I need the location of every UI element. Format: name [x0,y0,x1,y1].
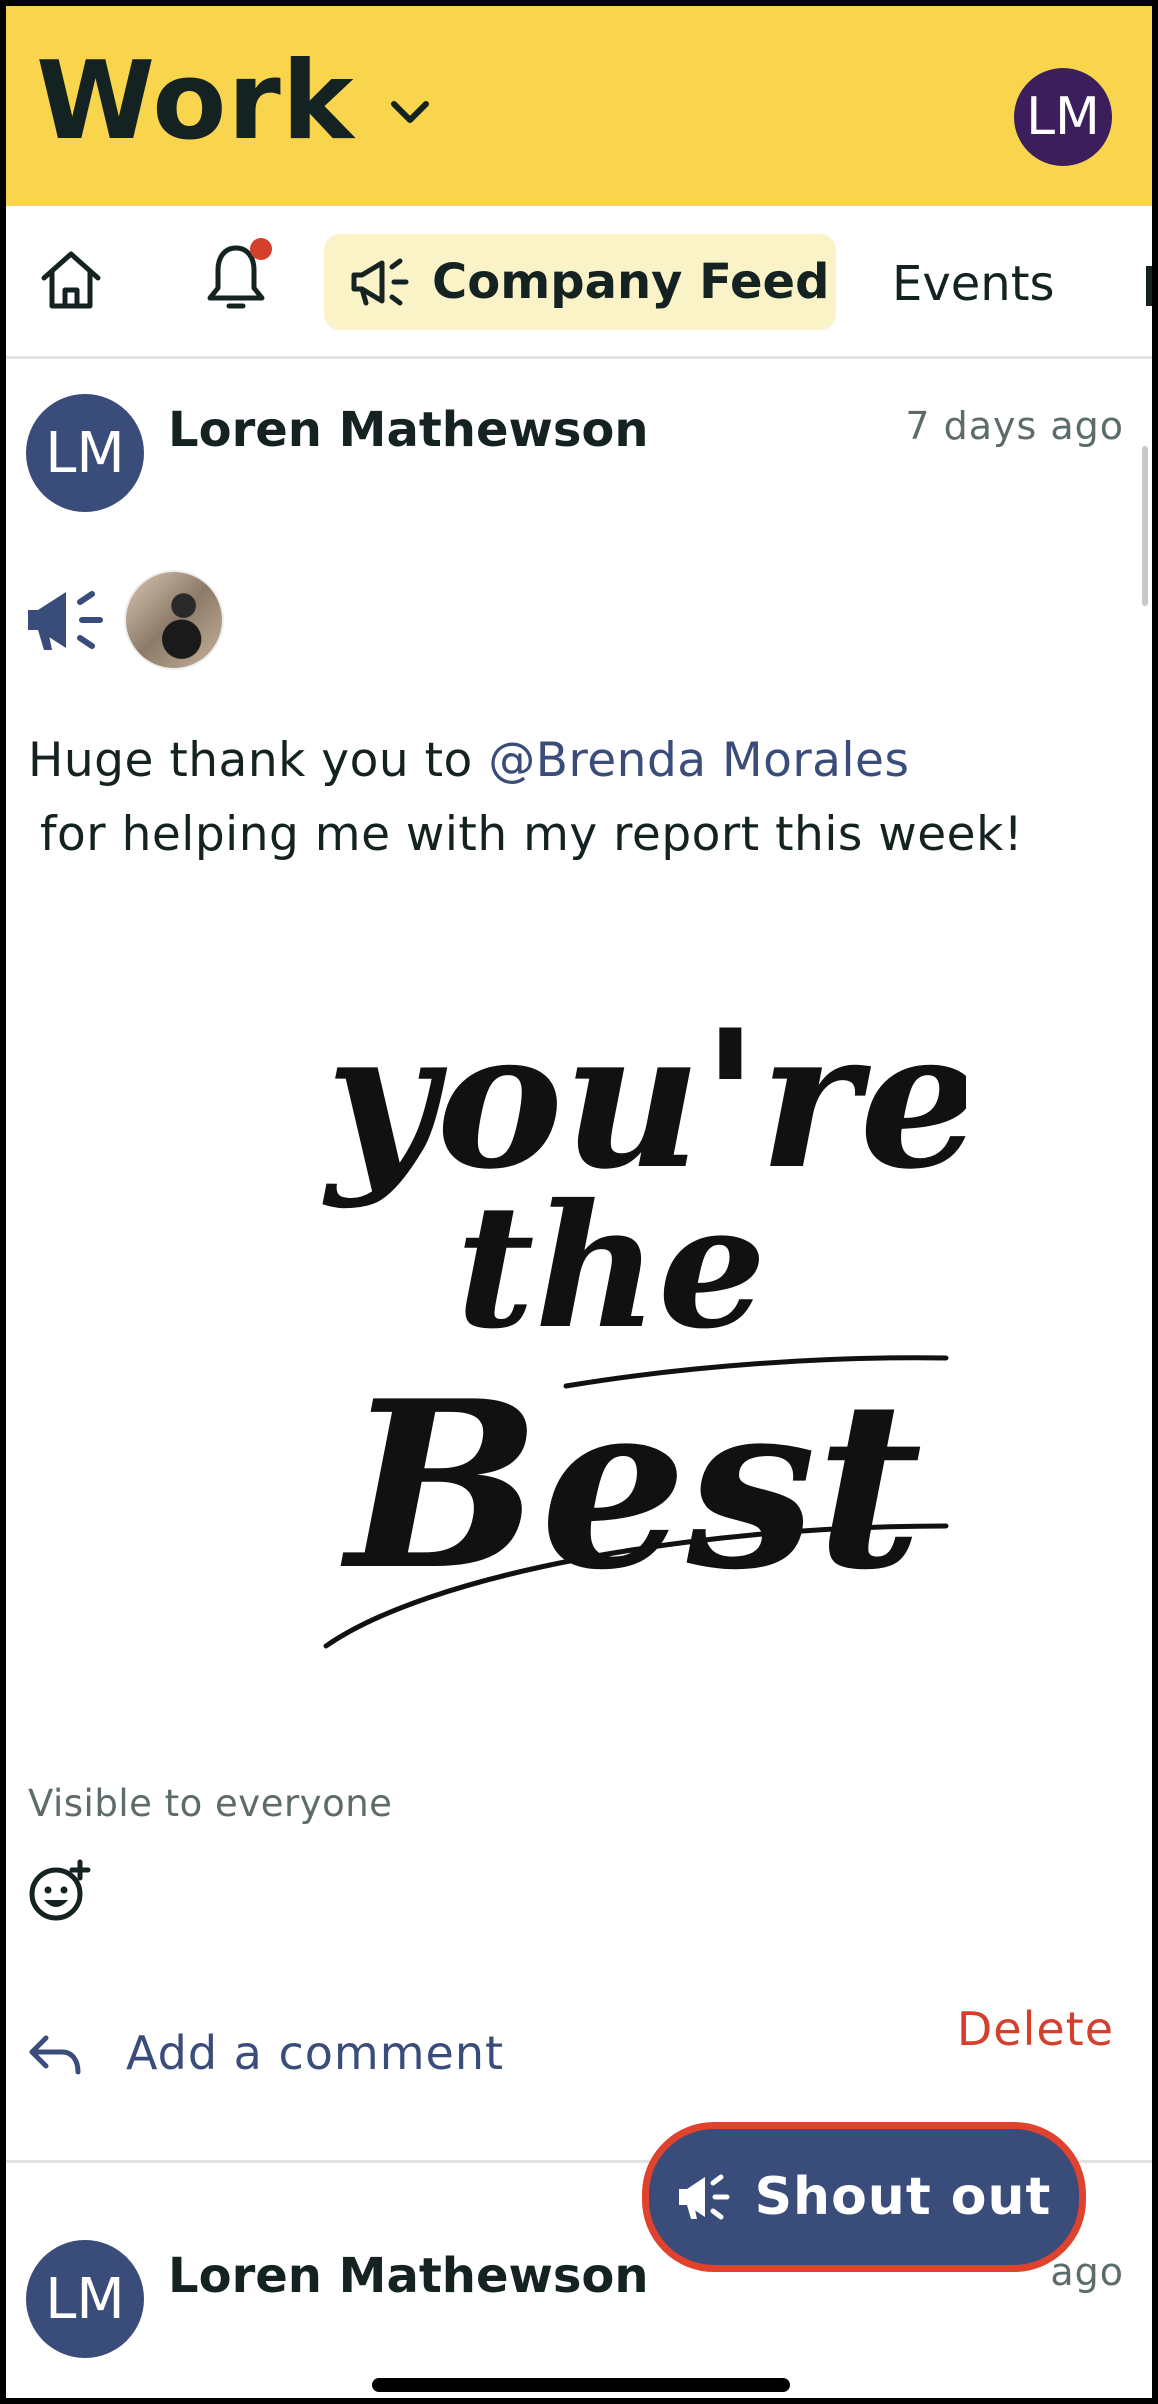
post-author-name[interactable]: Loren Mathewson [168,2248,649,2304]
reply-icon[interactable] [28,2032,82,2078]
shout-out-button[interactable]: Shout out [642,2122,1086,2272]
megaphone-icon [351,258,409,306]
post-image-word: the [456,1167,766,1367]
tab-company-feed-label: Company Feed [432,254,830,310]
add-comment-link[interactable]: Add a comment [126,2026,504,2080]
scrollbar-thumb[interactable] [1142,446,1148,606]
home-indicator[interactable] [372,2378,790,2392]
post-author-name[interactable]: Loren Mathewson [168,402,649,458]
add-reaction-icon[interactable] [26,1858,92,1924]
app-header: Work LM [6,6,1152,206]
mention-link[interactable]: @Brenda Morales [488,733,909,788]
tab-bar: Company Feed Events [6,206,1152,359]
shout-out-label: Shout out [754,2167,1052,2227]
app-screen: Work LM Company Feed Events LM Loren Mat… [0,0,1158,2404]
post-image-word: Best [340,1351,922,1621]
post-text-suffix: for helping me with my report this week! [40,807,1024,862]
post-timestamp: 7 days ago [905,404,1124,448]
post-body: Huge thank you to @Brenda Morales for he… [28,724,1128,872]
workspace-title[interactable]: Work [36,48,355,156]
user-avatar[interactable]: LM [1014,68,1112,166]
delete-post-button[interactable]: Delete [957,2002,1114,2056]
post-timestamp: ago [1050,2250,1124,2294]
recipient-avatar[interactable] [124,570,224,670]
tab-events[interactable]: Events [892,256,1055,312]
notification-dot [250,238,272,260]
visibility-label: Visible to everyone [28,1782,393,1825]
home-icon[interactable] [36,244,106,314]
shoutout-icon [28,591,103,650]
post-author-avatar[interactable]: LM [26,2240,144,2358]
chevron-down-icon[interactable] [388,98,432,128]
post-text-prefix: Huge thank you to [28,733,489,788]
megaphone-icon [678,2174,730,2220]
post-image[interactable]: you're the Best [306,966,966,1666]
tab-overflow-edge [1146,266,1152,306]
tab-company-feed[interactable]: Company Feed [324,234,836,330]
post-author-avatar[interactable]: LM [26,394,144,512]
